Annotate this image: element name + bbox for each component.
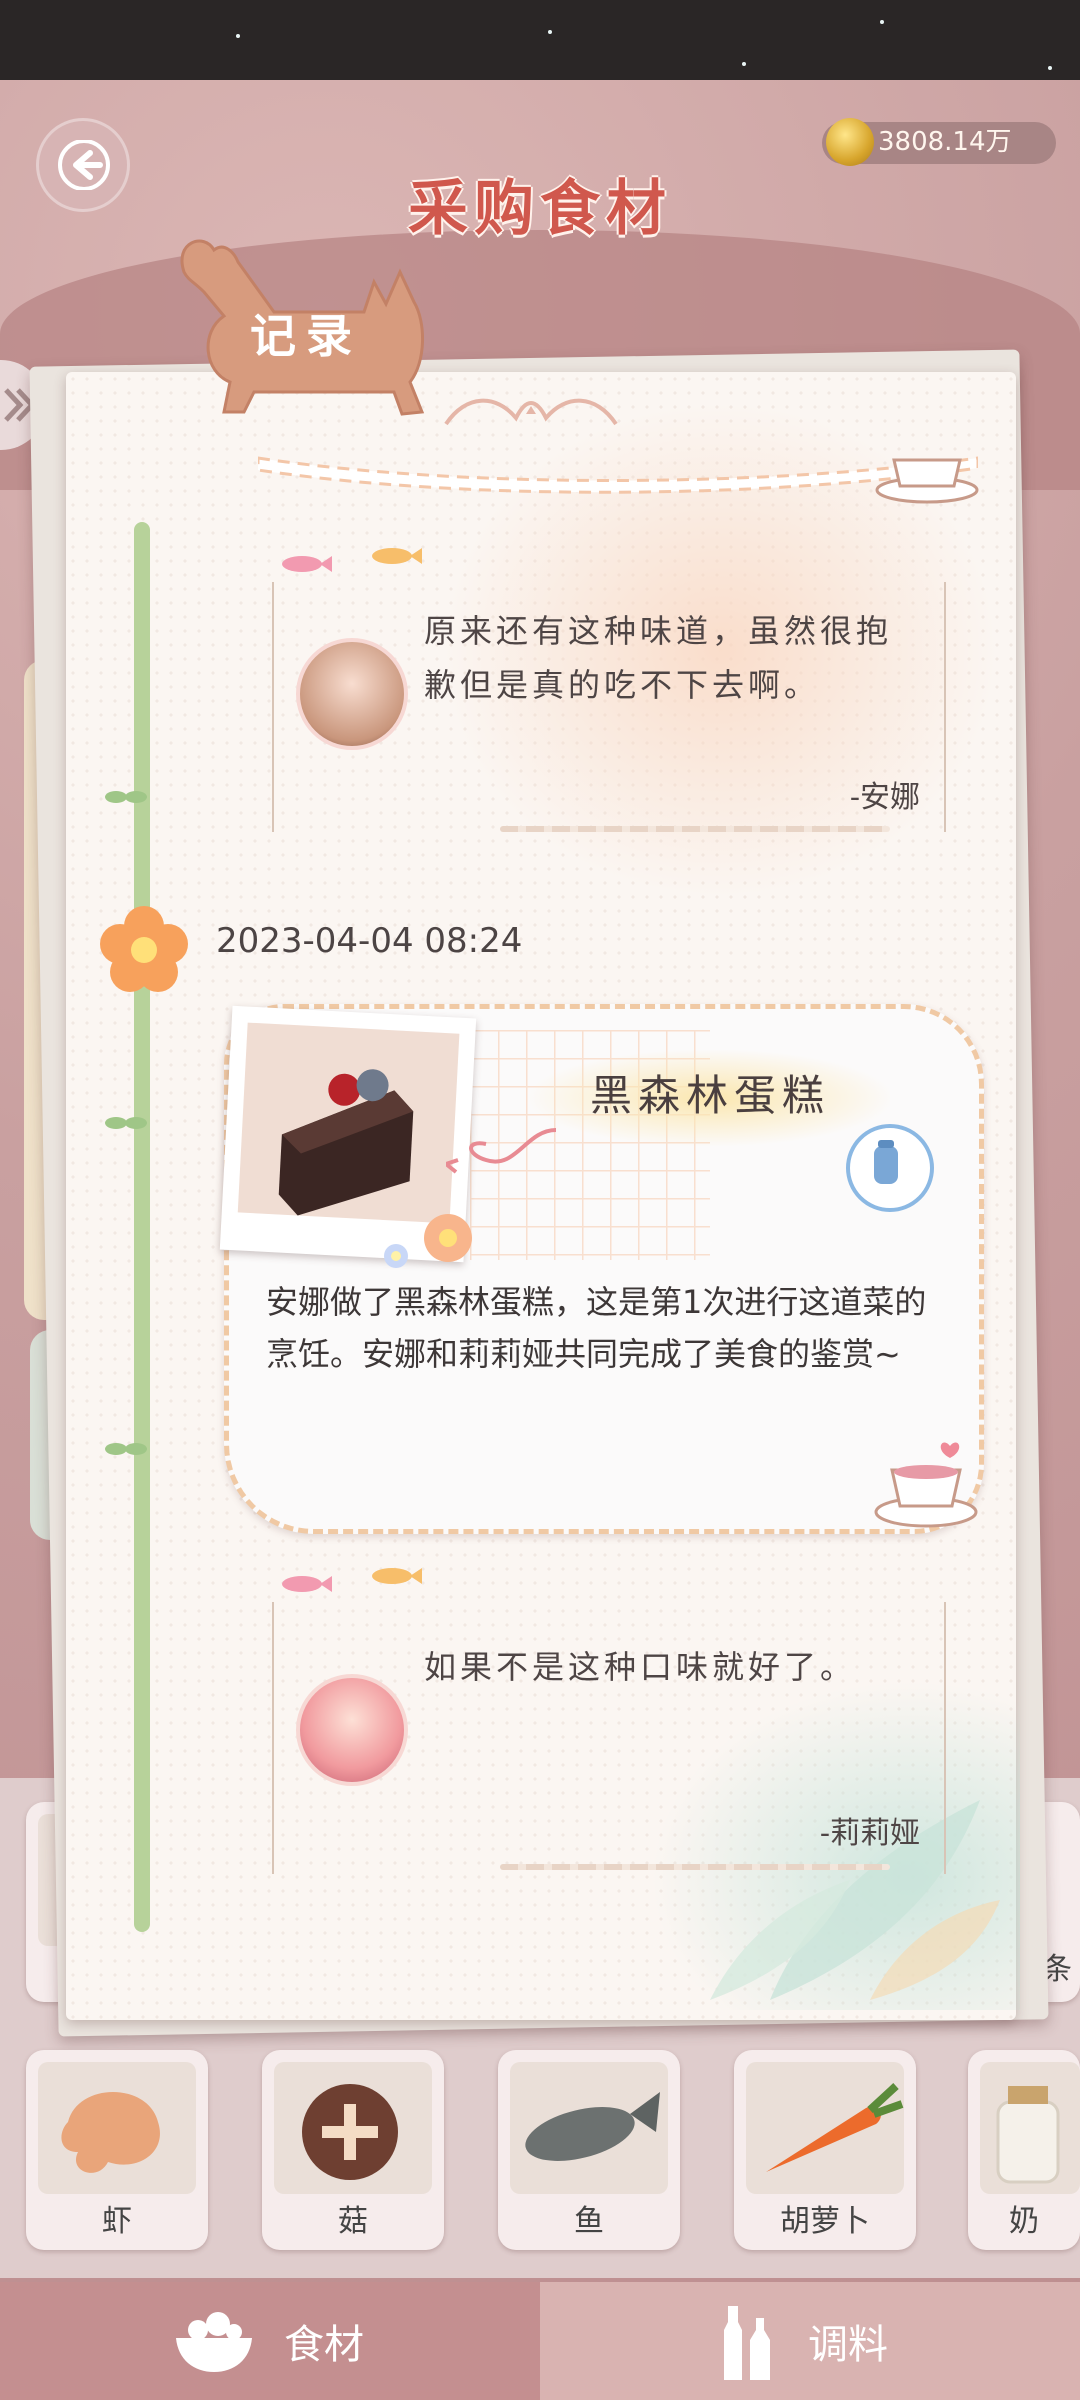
comment-signature: -安娜: [849, 780, 920, 815]
back-arrow-icon: [58, 140, 110, 190]
ingredient-label: 胡萝卜: [780, 2204, 870, 2239]
record-timestamp: 2023-04-04 08:24: [216, 921, 523, 961]
mushroom-icon: [274, 2062, 432, 2194]
dish-name: 黑森林蛋糕: [589, 1071, 830, 1120]
comment-rule: [500, 1864, 890, 1870]
leaf-icon: [105, 1443, 147, 1455]
fish-decoration-icon: [282, 548, 422, 572]
anna-avatar: [296, 638, 408, 750]
comment-signature: -莉莉娅: [819, 1816, 920, 1851]
curly-arrow-icon: [446, 1128, 557, 1174]
ingredient-label: 奶: [1009, 2204, 1039, 2239]
ingredient-label: 菇: [338, 2204, 368, 2239]
ingredient-label: 鱼: [574, 2204, 604, 2239]
leaf-icon: [105, 1117, 147, 1129]
shrimp-icon: [38, 2062, 196, 2194]
tab-seasoning[interactable]: 调料: [540, 2282, 1080, 2400]
fish-decoration-icon: [282, 1568, 422, 1592]
dish-photo-frame: [237, 1022, 460, 1224]
ingredient-card-mushroom[interactable]: 菇: [262, 2050, 444, 2250]
ornament-icon: [444, 398, 618, 426]
teacup-top-icon: [875, 458, 979, 504]
timeline-line: [134, 522, 150, 1932]
tab-ingredients-label: 食材: [284, 2322, 364, 2368]
ingredient-card-carrot[interactable]: 胡萝卜: [734, 2050, 916, 2250]
ingredient-card-fish[interactable]: 鱼: [498, 2050, 680, 2250]
black-forest-cake-icon: [278, 1069, 414, 1216]
leaf-icon: [105, 791, 147, 803]
ribbon-decoration-icon: [258, 456, 978, 494]
tab-ingredients[interactable]: 食材: [0, 2282, 540, 2400]
comment-text: 原来还有这种味道，虽然很抱歉但是真的吃不下去啊。: [424, 612, 893, 704]
back-button[interactable]: [36, 118, 130, 212]
milk-icon: [980, 2062, 1080, 2194]
ingredient-card-milk[interactable]: 奶: [968, 2050, 1080, 2250]
salt-shaker-icon: [874, 1140, 898, 1184]
seasoning-button[interactable]: [846, 1124, 934, 1212]
comment-rule: [500, 826, 890, 832]
fish-icon: [510, 2062, 668, 2194]
bowl-icon: [176, 2312, 252, 2372]
lilia-avatar: [296, 1674, 408, 1786]
carrot-icon: [746, 2062, 904, 2194]
gold-coin-icon: [826, 118, 874, 166]
ingredient-card-shrimp[interactable]: 虾: [26, 2050, 208, 2250]
timeline-flower-icon: [100, 906, 188, 992]
top-status-strip: [0, 0, 1080, 80]
teacup-icon: [874, 1442, 978, 1528]
bottles-icon: [724, 2306, 770, 2380]
ingredient-label: 虾: [102, 2204, 132, 2239]
record-tag-label: 记录: [250, 309, 362, 363]
dish-description: 安娜做了黑森林蛋糕，这是第1次进行这道菜的烹饪。安娜和莉莉娅共同完成了美食的鉴赏…: [266, 1283, 927, 1373]
comment-text: 如果不是这种口味就好了。: [424, 1648, 857, 1686]
currency-amount: 3808.14万: [878, 127, 1012, 157]
tab-seasoning-label: 调料: [808, 2322, 888, 2368]
page-title: 采购食材: [408, 174, 672, 244]
